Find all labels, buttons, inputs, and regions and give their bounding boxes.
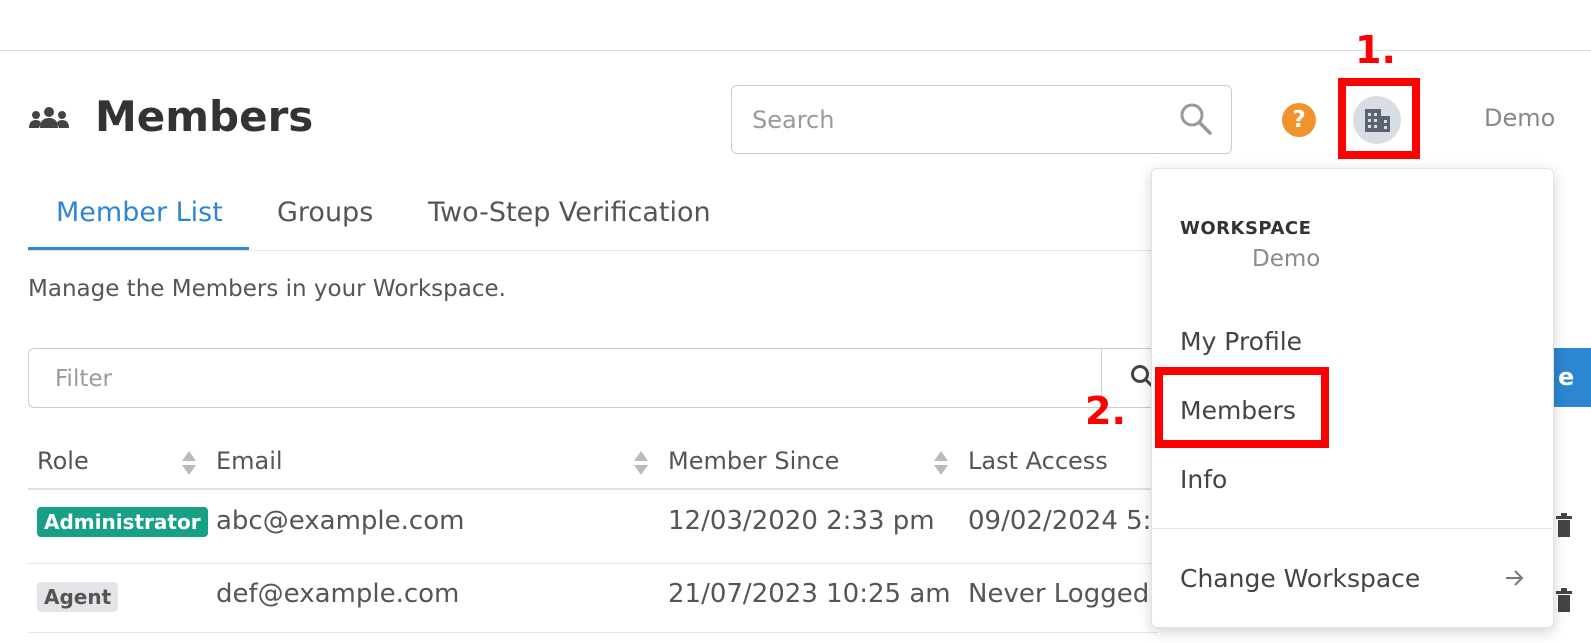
active-tab-indicator xyxy=(28,247,249,250)
sort-icon[interactable] xyxy=(633,450,649,476)
member-since-cell: 21/07/2023 10:25 am xyxy=(668,579,951,609)
role-badge: Administrator xyxy=(37,507,208,537)
tab-bar: Member List Groups Two-Step Verification xyxy=(28,185,1158,251)
table-header-divider xyxy=(28,488,1158,490)
column-header-email[interactable]: Email xyxy=(216,447,283,475)
menu-item-change-workspace[interactable]: Change Workspace xyxy=(1180,564,1420,593)
trash-icon[interactable] xyxy=(1556,513,1572,537)
email-cell: def@example.com xyxy=(216,579,460,609)
menu-divider xyxy=(1152,528,1553,529)
member-since-cell: 12/03/2020 2:33 pm xyxy=(668,506,935,536)
annotation-highlight-members xyxy=(1155,367,1329,448)
tab-two-step-verification[interactable]: Two-Step Verification xyxy=(428,197,711,228)
add-member-button[interactable]: e xyxy=(1554,348,1591,407)
sort-icon[interactable] xyxy=(181,450,197,476)
search-input[interactable] xyxy=(752,104,1172,136)
members-group-icon xyxy=(29,107,69,128)
sort-icon[interactable] xyxy=(933,450,949,476)
workspace-name: Demo xyxy=(1252,246,1321,272)
help-button[interactable]: ? xyxy=(1282,103,1316,137)
top-divider xyxy=(0,50,1591,51)
trash-icon[interactable] xyxy=(1556,588,1572,612)
arrow-right-icon xyxy=(1506,570,1524,586)
filter-input[interactable] xyxy=(55,363,1095,395)
page-title: Members xyxy=(95,92,314,141)
annotation-highlight-workspace xyxy=(1338,78,1420,159)
user-menu[interactable]: Demo xyxy=(1484,104,1555,132)
annotation-step-2: 2. xyxy=(1085,389,1126,433)
tab-member-list[interactable]: Member List xyxy=(56,197,223,228)
tab-groups[interactable]: Groups xyxy=(277,197,373,228)
search-icon[interactable] xyxy=(1179,102,1213,136)
column-header-member-since[interactable]: Member Since xyxy=(668,447,839,475)
menu-item-info[interactable]: Info xyxy=(1180,465,1227,494)
filter-box[interactable] xyxy=(28,348,1158,408)
column-header-role[interactable]: Role xyxy=(37,447,89,475)
role-badge: Agent xyxy=(37,582,119,612)
column-header-last-access[interactable]: Last Access xyxy=(968,447,1108,475)
search-box[interactable] xyxy=(731,85,1232,154)
row-divider xyxy=(28,632,1158,633)
page-description: Manage the Members in your Workspace. xyxy=(28,276,506,302)
workspace-heading: WORKSPACE xyxy=(1180,218,1312,239)
row-divider xyxy=(28,563,1158,564)
email-cell: abc@example.com xyxy=(216,506,465,536)
annotation-step-1: 1. xyxy=(1355,28,1396,72)
menu-item-my-profile[interactable]: My Profile xyxy=(1180,327,1302,356)
last-access-cell: 09/02/2024 5:4 xyxy=(968,506,1168,536)
last-access-cell: Never Logged xyxy=(968,579,1150,609)
